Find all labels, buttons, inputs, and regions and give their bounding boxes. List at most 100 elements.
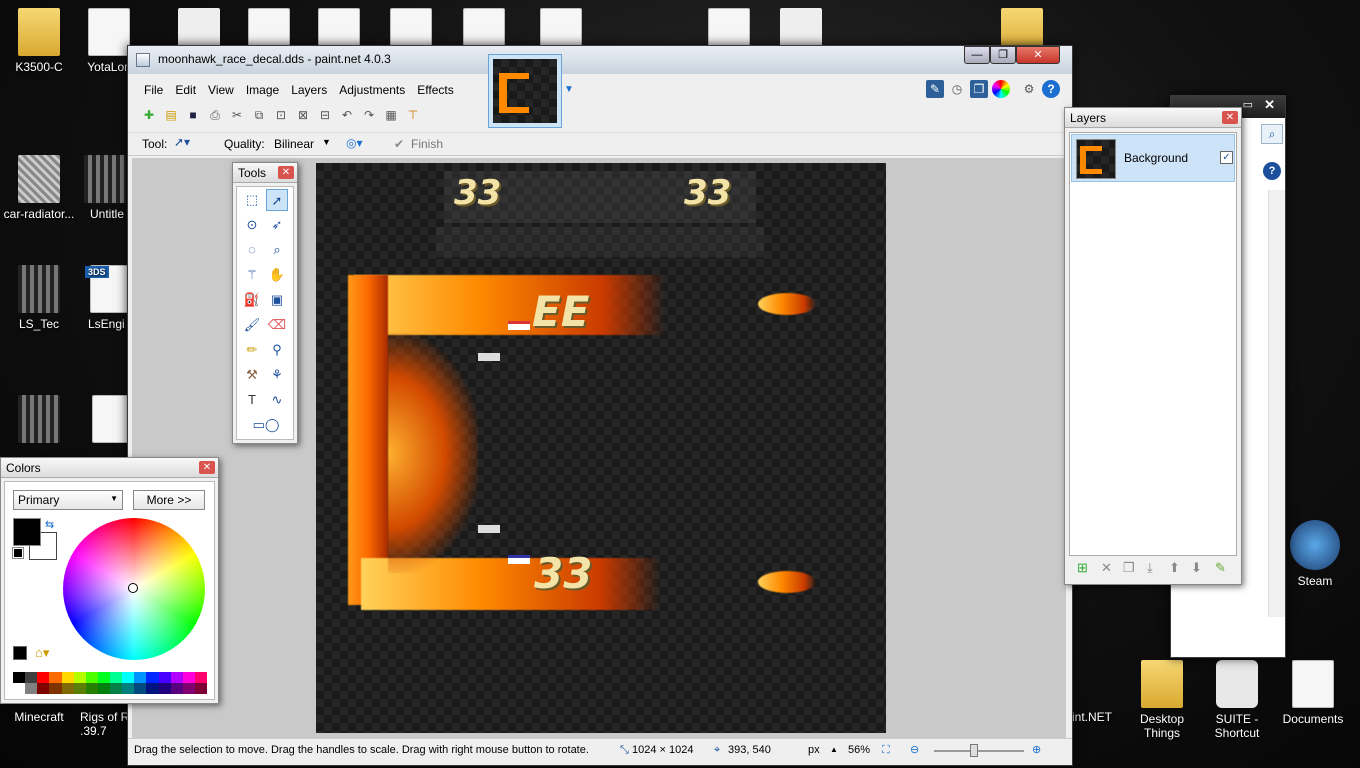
pencil-icon[interactable]: ✏ xyxy=(241,339,263,361)
deselect-icon[interactable]: ⊟ xyxy=(316,106,334,124)
palette-swatch[interactable] xyxy=(73,672,86,683)
palette-swatch[interactable] xyxy=(110,683,123,694)
layer-visibility-checkbox[interactable]: ✓ xyxy=(1220,151,1233,164)
layers-toggle-icon[interactable]: ❐ xyxy=(970,80,988,98)
search-icon[interactable]: ⌕ xyxy=(1261,124,1283,144)
palette-swatch[interactable] xyxy=(97,683,110,694)
tools-panel[interactable]: Tools ✕ ⬚ ➚ ⊙ ➶ ◌ ⌕ ⚚ ✋ ⛽ ▣ 🖌 ⌫ ✏ ⚲ ⚒ ⚘ T… xyxy=(232,162,298,444)
color-palette[interactable] xyxy=(13,672,207,694)
palette-swatch[interactable] xyxy=(49,683,62,694)
tools-toggle-icon[interactable]: ✎ xyxy=(926,80,944,98)
desktop-icon-car-radiator[interactable]: car-radiator... xyxy=(0,155,78,221)
primary-color-swatch[interactable] xyxy=(13,518,41,546)
palette-swatch[interactable] xyxy=(134,672,147,683)
desktop-icon-suite[interactable]: SUITE - Shortcut xyxy=(1198,660,1276,740)
paint-bucket-icon[interactable]: ⛽ xyxy=(241,289,263,311)
palette-swatch[interactable] xyxy=(97,672,110,683)
shapes-icon[interactable]: ▭◯ xyxy=(251,414,281,436)
desktop-icon-minecraft[interactable]: Minecraft xyxy=(0,710,78,724)
magic-wand-icon[interactable]: ⚚ xyxy=(241,264,263,286)
palette-swatch[interactable] xyxy=(61,672,74,683)
desktop-icon-documents[interactable]: Documents xyxy=(1274,660,1352,726)
recolor-icon[interactable]: ⚘ xyxy=(266,364,288,386)
maximize-button[interactable]: ❐ xyxy=(990,46,1016,64)
eraser-icon[interactable]: ⌫ xyxy=(266,314,288,336)
redo-icon[interactable]: ↷ xyxy=(360,106,378,124)
close-icon[interactable]: ✕ xyxy=(1264,97,1275,113)
palette-swatch[interactable] xyxy=(122,672,135,683)
palette-swatch[interactable] xyxy=(158,683,171,694)
cut-icon[interactable]: ✂ xyxy=(228,106,246,124)
palette-swatch[interactable] xyxy=(25,683,38,694)
colors-toggle-icon[interactable] xyxy=(992,80,1010,98)
chevron-down-icon[interactable]: ▼ xyxy=(322,137,331,147)
paste-icon[interactable]: ⊡ xyxy=(272,106,290,124)
menu-effects[interactable]: Effects xyxy=(411,79,459,101)
tab-dropdown-icon[interactable]: ▼ xyxy=(564,84,574,95)
colors-panel[interactable]: Colors ✕ Primary ▼ More >> ⇆ ⌂▾ xyxy=(0,457,219,704)
save-icon[interactable]: ■ xyxy=(184,106,202,124)
palette-swatch[interactable] xyxy=(146,683,159,694)
palette-swatch[interactable] xyxy=(122,683,135,694)
close-button[interactable]: ✕ xyxy=(1016,46,1060,64)
settings-gear-icon[interactable]: ⚙ xyxy=(1020,80,1038,98)
menu-edit[interactable]: Edit xyxy=(169,79,202,101)
ruler-icon[interactable]: ⊤ xyxy=(404,106,422,124)
maximize-icon[interactable]: ▭ xyxy=(1243,98,1253,111)
palette-swatch[interactable] xyxy=(194,672,207,683)
pan-hand-icon[interactable]: ✋ xyxy=(266,264,288,286)
move-layer-up-icon[interactable]: ⬆ xyxy=(1169,560,1180,576)
finish-button[interactable]: Finish xyxy=(411,137,443,151)
zoom-out-icon[interactable]: ⊖ xyxy=(910,739,919,761)
palette-swatch[interactable] xyxy=(182,683,195,694)
palette-swatch[interactable] xyxy=(61,683,74,694)
desktop-icon-ls-tec[interactable]: LS_Tec xyxy=(0,265,78,331)
palette-swatch[interactable] xyxy=(37,683,50,694)
desktop-icon-doc[interactable] xyxy=(72,395,134,447)
selection-mode-icon[interactable]: ◎▾ xyxy=(346,136,363,150)
scrollbar[interactable] xyxy=(1268,190,1285,617)
desktop-icon-desktop-things[interactable]: Desktop Things xyxy=(1123,660,1201,740)
menu-layers[interactable]: Layers xyxy=(285,79,333,101)
palette-swatch[interactable] xyxy=(110,672,123,683)
move-selection-outline-icon[interactable]: ➶ xyxy=(266,214,288,236)
color-wheel-picker[interactable] xyxy=(128,583,138,593)
clone-stamp-icon[interactable]: ⚒ xyxy=(241,364,263,386)
close-icon[interactable]: ✕ xyxy=(278,166,294,179)
copy-icon[interactable]: ⧉ xyxy=(250,106,268,124)
move-layer-down-icon[interactable]: ⬇ xyxy=(1191,560,1202,576)
zoom-fit-icon[interactable]: ⛶ xyxy=(882,739,890,761)
palette-swatch[interactable] xyxy=(13,683,26,694)
color-mode-select[interactable]: Primary ▼ xyxy=(13,490,123,510)
zoom-value[interactable]: 56% xyxy=(848,739,870,761)
history-toggle-icon[interactable]: ◷ xyxy=(948,80,966,98)
move-selection-icon[interactable]: ➚ xyxy=(266,189,288,211)
chevron-up-icon[interactable]: ▲ xyxy=(830,739,838,761)
reset-colors-icon[interactable] xyxy=(12,547,24,559)
desktop-icon-untitled[interactable]: Untitle xyxy=(72,155,128,221)
palette-swatch[interactable] xyxy=(85,683,98,694)
zoom-slider-thumb[interactable] xyxy=(970,744,978,757)
quality-select[interactable]: Bilinear xyxy=(274,137,314,151)
desktop-icon-texture[interactable] xyxy=(0,395,78,447)
crop-icon[interactable]: ⊠ xyxy=(294,106,312,124)
image-canvas[interactable]: 33 33 EE 33 xyxy=(316,163,886,733)
menu-view[interactable]: View xyxy=(202,79,240,101)
unit-select[interactable]: px xyxy=(808,739,820,761)
palette-swatch[interactable] xyxy=(13,672,26,683)
palette-swatch[interactable] xyxy=(49,672,62,683)
palette-swatch[interactable] xyxy=(146,672,159,683)
undo-icon[interactable]: ↶ xyxy=(338,106,356,124)
gradient-icon[interactable]: ▣ xyxy=(266,289,288,311)
color-picker-icon[interactable]: ⚲ xyxy=(266,339,288,361)
add-to-palette-icon[interactable] xyxy=(13,646,27,660)
close-icon[interactable]: ✕ xyxy=(1222,111,1238,124)
palette-swatch[interactable] xyxy=(37,672,50,683)
paintbrush-icon[interactable]: 🖌 xyxy=(241,314,263,336)
zoom-slider-track[interactable] xyxy=(934,750,1024,752)
help-icon[interactable]: ? xyxy=(1263,162,1281,180)
desktop-icon-k3500[interactable]: K3500-C xyxy=(0,8,78,74)
palette-swatch[interactable] xyxy=(85,672,98,683)
text-icon[interactable]: T xyxy=(241,389,263,411)
palette-swatch[interactable] xyxy=(170,672,183,683)
